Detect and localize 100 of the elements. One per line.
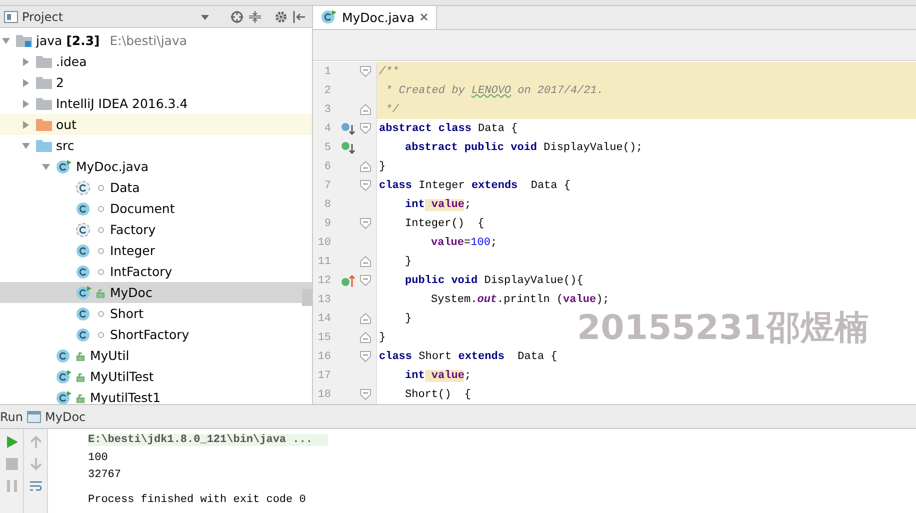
code-line: class Integer extends Data {	[378, 178, 570, 194]
code-line: int value;	[404, 198, 472, 212]
line-number: 17	[316, 370, 331, 382]
tree-item[interactable]: .idea	[0, 51, 312, 72]
fold-marker-icon[interactable]	[360, 256, 370, 267]
class-icon	[76, 222, 92, 238]
tree-item[interactable]: MyDoc	[0, 282, 312, 303]
run-icon[interactable]	[4, 435, 18, 449]
tree-item[interactable]: Short	[0, 303, 312, 324]
collapse-all-icon[interactable]	[248, 10, 262, 24]
panel-title: Project	[22, 10, 64, 24]
panel-title: Run	[0, 410, 24, 424]
console-line: 100	[88, 452, 109, 464]
window-icon	[27, 410, 42, 422]
line-number: 7	[323, 180, 331, 192]
line-number: 9	[323, 218, 331, 230]
tree-item[interactable]: Integer	[0, 240, 312, 261]
class-icon	[76, 326, 92, 342]
class-icon	[56, 368, 72, 384]
tree-item[interactable]: Data	[0, 177, 312, 198]
line-number: 15	[316, 332, 331, 344]
line-number: 12	[316, 274, 331, 286]
line-number: 2	[323, 84, 331, 96]
line-number: 3	[323, 104, 331, 116]
tree-item[interactable]: IntFactory	[0, 261, 312, 282]
fold-marker-icon[interactable]	[360, 332, 370, 343]
folder-icon	[36, 139, 52, 152]
line-number: 8	[323, 198, 331, 210]
code-line: }	[378, 330, 386, 346]
project-icon	[4, 10, 18, 22]
tree-item[interactable]: Factory	[0, 219, 312, 240]
folder-icon	[16, 34, 32, 47]
class-icon	[76, 180, 92, 196]
class-icon	[76, 306, 92, 322]
scrollbar-thumb[interactable]	[302, 289, 312, 306]
line-number: 11	[316, 256, 331, 268]
target-icon[interactable]	[230, 10, 244, 24]
class-icon	[76, 264, 92, 280]
tree-item[interactable]: MyUtilTest	[0, 366, 312, 387]
code-line: Short() {	[404, 388, 472, 402]
line-number: 1	[323, 66, 331, 78]
implemented-marker-icon[interactable]	[341, 140, 355, 154]
class-icon	[321, 9, 337, 26]
file-tab[interactable]: MyDoc.java	[313, 6, 436, 29]
code-line: }	[378, 160, 386, 174]
watermark-text: 20155231邵煜楠	[577, 308, 868, 348]
line-number: 13	[316, 294, 331, 306]
close-icon[interactable]	[420, 13, 428, 22]
code-line: class Short extends Data {	[378, 350, 558, 364]
class-icon	[76, 242, 92, 258]
code-line: }	[404, 254, 412, 270]
tree-item[interactable]: MyUtil	[0, 345, 312, 366]
folder-icon	[36, 55, 52, 68]
code-line: System.out.println (value);	[430, 292, 610, 308]
tree-item[interactable]: src	[0, 135, 312, 156]
code-line: value=100;	[430, 236, 498, 250]
fold-marker-icon[interactable]	[360, 218, 370, 229]
line-number: 10	[316, 236, 331, 248]
code-line: }	[404, 312, 412, 326]
class-icon	[56, 348, 72, 364]
class-icon	[76, 284, 92, 300]
run-tab[interactable]: MyDoc	[45, 410, 86, 424]
code-line: abstract class Data {	[378, 122, 518, 136]
line-number: 5	[323, 142, 331, 154]
console-line: 32767	[88, 468, 122, 480]
fold-marker-icon[interactable]	[360, 351, 370, 362]
class-icon	[56, 158, 72, 174]
tree-item[interactable]: MyDoc.java	[0, 156, 312, 177]
line-number: 4	[323, 122, 331, 134]
tree-item[interactable]: Document	[0, 198, 312, 219]
fold-marker-icon[interactable]	[360, 313, 370, 324]
code-line: Integer() {	[404, 216, 484, 232]
folder-icon	[36, 97, 52, 110]
tree-item[interactable]: java [2.3] E:\besti\java	[0, 30, 312, 51]
folder-icon	[36, 76, 52, 89]
hide-panel-icon[interactable]	[292, 10, 306, 24]
line-number: 18	[316, 388, 331, 400]
line-number: 14	[316, 312, 331, 324]
implementing-marker-icon[interactable]	[341, 274, 355, 288]
tree-item[interactable]: 2	[0, 72, 312, 93]
fold-marker-icon[interactable]	[360, 66, 370, 77]
code-line: abstract public void DisplayValue();	[404, 140, 643, 156]
class-icon	[76, 200, 92, 216]
overridden-marker-icon[interactable]	[341, 122, 355, 136]
class-icon	[56, 390, 72, 404]
console-line: Process finished with exit code 0	[88, 494, 307, 506]
fold-marker-icon[interactable]	[360, 161, 370, 172]
code-line: int value;	[404, 368, 472, 384]
line-number: 16	[316, 350, 331, 362]
tree-item[interactable]: ShortFactory	[0, 324, 312, 345]
fold-marker-icon[interactable]	[360, 123, 370, 134]
fold-marker-icon[interactable]	[360, 180, 370, 191]
fold-marker-icon[interactable]	[360, 104, 370, 115]
tree-item[interactable]: out	[0, 114, 312, 135]
wrap-icon[interactable]	[28, 479, 42, 493]
tree-item[interactable]: IntelliJ IDEA 2016.3.4	[0, 93, 312, 114]
fold-marker-icon[interactable]	[360, 275, 370, 286]
fold-marker-icon[interactable]	[360, 389, 370, 400]
settings-icon[interactable]	[274, 10, 288, 24]
line-number: 6	[323, 160, 331, 172]
